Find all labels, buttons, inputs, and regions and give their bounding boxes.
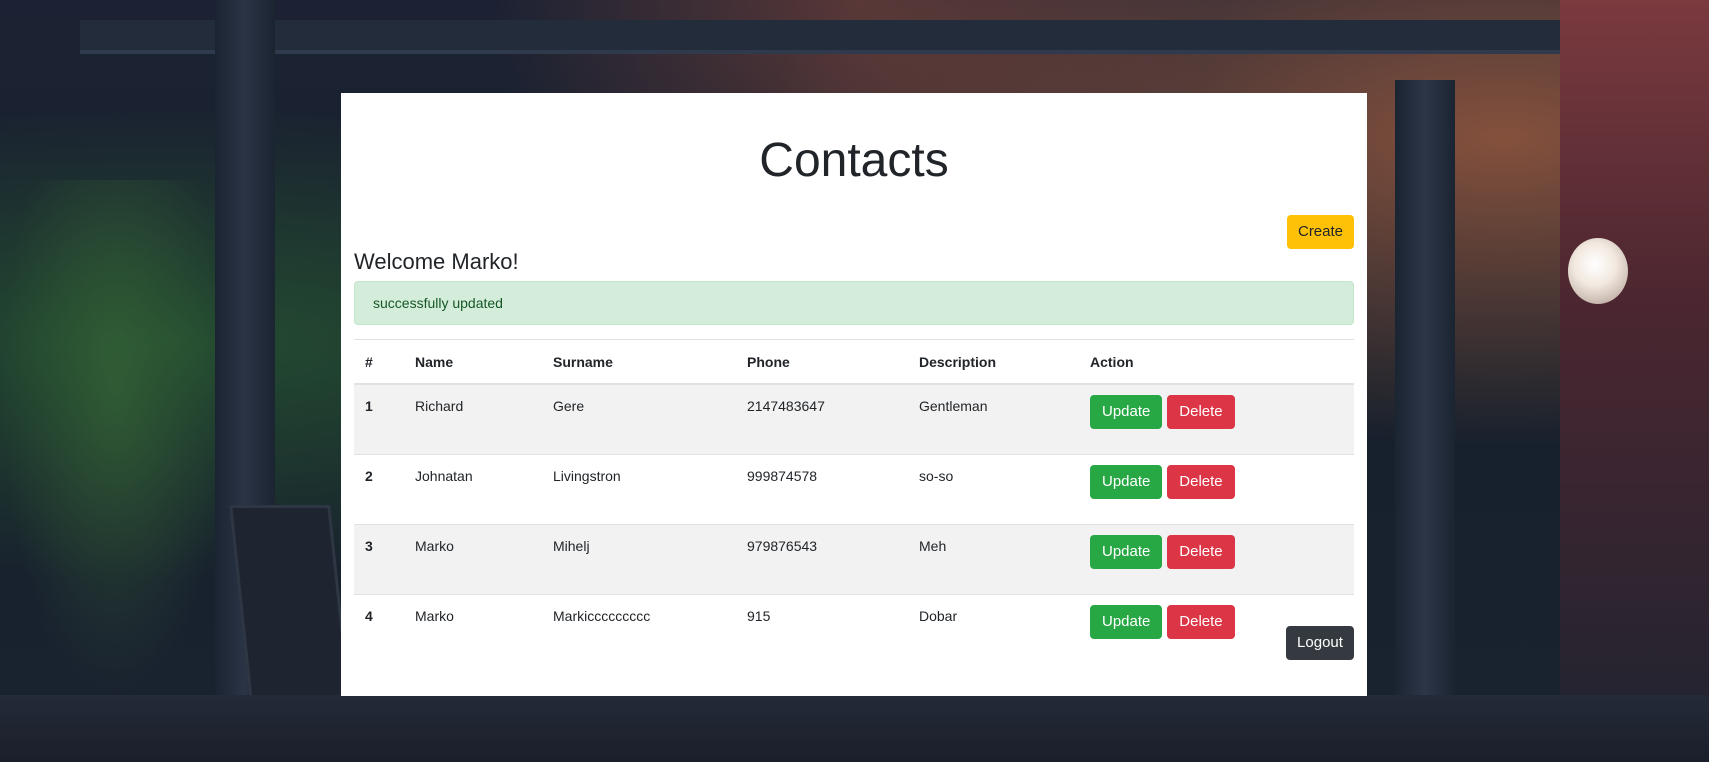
table-header-row: # Name Surname Phone Description Action — [354, 339, 1354, 385]
contact-phone: 979876543 — [736, 524, 908, 595]
contact-number: 4 — [354, 594, 404, 664]
background-plants — [0, 180, 230, 700]
background-sign — [229, 505, 352, 711]
contact-description: Meh — [908, 524, 1079, 595]
contact-name: Marko — [404, 594, 542, 664]
contact-name: Richard — [404, 383, 542, 455]
contact-number: 1 — [354, 383, 404, 455]
contact-description: Gentleman — [908, 383, 1079, 455]
column-header-surname: Surname — [542, 339, 736, 385]
contact-name: Marko — [404, 524, 542, 595]
update-button[interactable]: Update — [1090, 465, 1163, 499]
delete-button[interactable]: Delete — [1167, 395, 1235, 429]
table-row: 4 Marko Markiccccccccc 915 Dobar Update … — [354, 594, 1354, 664]
column-header-phone: Phone — [736, 339, 908, 385]
contact-actions: Update Delete — [1079, 383, 1354, 455]
logout-button[interactable]: Logout — [1286, 626, 1354, 660]
logout-row: Logout — [1286, 626, 1354, 660]
contact-surname: Mihelj — [542, 524, 736, 595]
contacts-card: Contacts Create Welcome Marko! successfu… — [341, 93, 1367, 696]
background-awning — [80, 20, 1580, 54]
contact-phone: 2147483647 — [736, 383, 908, 455]
update-button[interactable]: Update — [1090, 535, 1163, 569]
contact-surname: Markiccccccccc — [542, 594, 736, 664]
contact-number: 3 — [354, 524, 404, 595]
background-lamp — [1568, 238, 1628, 304]
column-header-name: Name — [404, 339, 542, 385]
contact-description: Dobar — [908, 594, 1079, 664]
column-header-description: Description — [908, 339, 1079, 385]
table-row: 2 Johnatan Livingstron 999874578 so-so U… — [354, 454, 1354, 525]
contact-name: Johnatan — [404, 454, 542, 525]
contact-actions: Update Delete — [1079, 524, 1354, 595]
success-alert: successfully updated — [354, 281, 1354, 325]
update-button[interactable]: Update — [1090, 395, 1163, 429]
update-button[interactable]: Update — [1090, 605, 1163, 639]
create-button[interactable]: Create — [1287, 215, 1354, 249]
table-row: 3 Marko Mihelj 979876543 Meh Update Dele… — [354, 524, 1354, 595]
create-row: Create — [354, 215, 1354, 249]
alert-message: successfully updated — [373, 295, 503, 311]
page-title: Contacts — [759, 134, 949, 187]
contact-surname: Livingstron — [542, 454, 736, 525]
contact-actions: Update Delete — [1079, 454, 1354, 525]
contact-phone: 999874578 — [736, 454, 908, 525]
contact-number: 2 — [354, 454, 404, 525]
background-floor — [0, 695, 1709, 762]
contact-description: so-so — [908, 454, 1079, 525]
delete-button[interactable]: Delete — [1167, 535, 1235, 569]
contact-surname: Gere — [542, 383, 736, 455]
contacts-table: # Name Surname Phone Description Action … — [354, 339, 1354, 664]
welcome-message: Welcome Marko! — [354, 249, 519, 274]
background-pillar — [1395, 80, 1455, 762]
background-wall — [1560, 0, 1709, 762]
table-row: 1 Richard Gere 2147483647 Gentleman Upda… — [354, 383, 1354, 455]
contact-phone: 915 — [736, 594, 908, 664]
column-header-action: Action — [1079, 339, 1354, 385]
delete-button[interactable]: Delete — [1167, 605, 1235, 639]
column-header-number: # — [354, 339, 404, 385]
delete-button[interactable]: Delete — [1167, 465, 1235, 499]
